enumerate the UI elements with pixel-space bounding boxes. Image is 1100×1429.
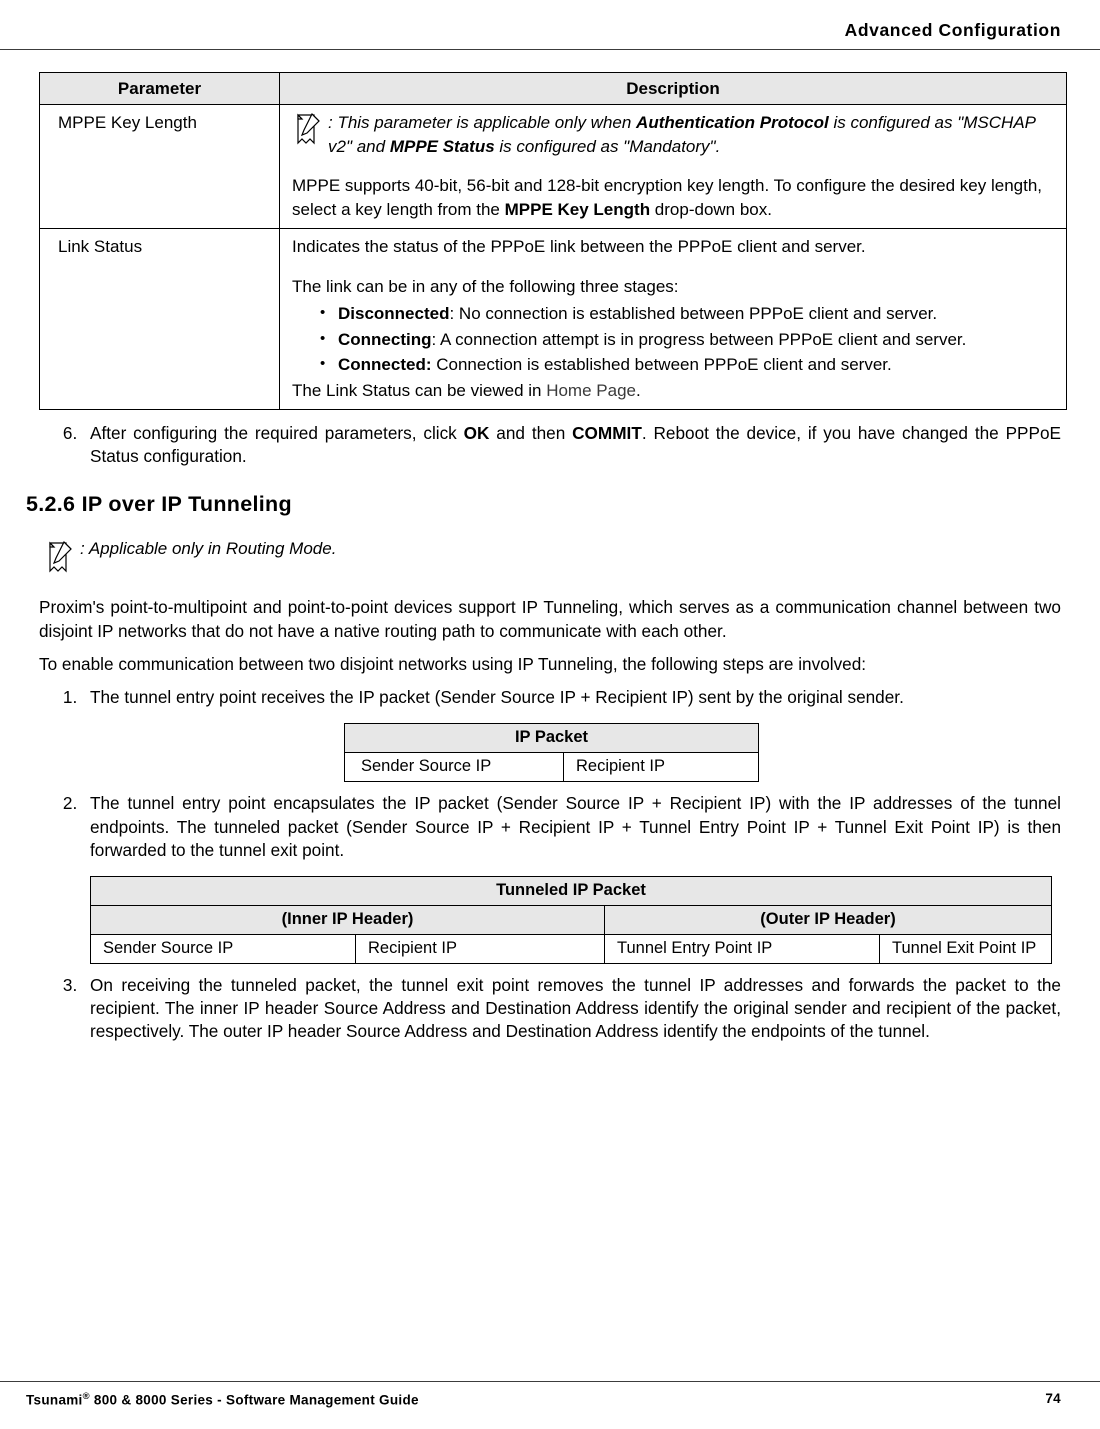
- cell-desc-mppe: : This parameter is applicable only when…: [280, 105, 1067, 229]
- col-description: Description: [280, 73, 1067, 105]
- footer-rule: [0, 1381, 1100, 1382]
- ip-packet-table: IP Packet Sender Source IP Recipient IP: [344, 723, 759, 782]
- tunnel-step-2: The tunnel entry point encapsulates the …: [82, 792, 1061, 862]
- cell-inner-recipient: Recipient IP: [356, 934, 605, 963]
- link-stages-intro: The link can be in any of the following …: [292, 275, 1052, 298]
- ip-packet-header: IP Packet: [345, 724, 759, 753]
- inner-ip-header: (Inner IP Header): [91, 905, 605, 934]
- cell-param-mppe: MPPE Key Length: [40, 105, 280, 229]
- col-parameter: Parameter: [40, 73, 280, 105]
- tunneled-packet-header: Tunneled IP Packet: [91, 876, 1052, 905]
- tunneled-ip-packet-table: Tunneled IP Packet (Inner IP Header) (Ou…: [90, 876, 1052, 964]
- parameter-table: Parameter Description MPPE Key Length : …: [39, 72, 1067, 410]
- footer-page-number: 74: [1045, 1391, 1061, 1408]
- page-footer: Tsunami® 800 & 8000 Series - Software Ma…: [0, 1391, 1100, 1408]
- home-page-link[interactable]: Home Page: [546, 381, 636, 400]
- mode-note: : Applicable only in Routing Mode.: [0, 517, 1100, 574]
- tunnel-step-3: On receiving the tunneled packet, the tu…: [82, 974, 1061, 1044]
- cell-inner-sender: Sender Source IP: [91, 934, 356, 963]
- cell-recipient-ip: Recipient IP: [564, 753, 759, 782]
- link-stages-list: Disconnected: No connection is establish…: [292, 302, 1052, 376]
- mode-note-text: : Applicable only in Routing Mode.: [80, 539, 336, 559]
- cell-desc-link: Indicates the status of the PPPoE link b…: [280, 229, 1067, 410]
- step-6-list: After configuring the required parameter…: [0, 422, 1100, 468]
- row-mppe-key-length: MPPE Key Length : This parameter is appl…: [40, 105, 1067, 229]
- note-icon: [44, 540, 74, 574]
- outer-ip-header: (Outer IP Header): [605, 905, 1052, 934]
- cell-outer-exit: Tunnel Exit Point IP: [880, 934, 1052, 963]
- cell-param-link: Link Status: [40, 229, 280, 410]
- note-text-mppe: : This parameter is applicable only when…: [328, 111, 1052, 158]
- page-header-title: Advanced Configuration: [0, 20, 1100, 49]
- tunneled-packet-row: Sender Source IP Recipient IP Tunnel Ent…: [91, 934, 1052, 963]
- tunnel-steps-list-3: On receiving the tunneled packet, the tu…: [0, 974, 1100, 1044]
- stage-disconnected: Disconnected: No connection is establish…: [320, 302, 1052, 325]
- cell-outer-entry: Tunnel Entry Point IP: [605, 934, 880, 963]
- tunnel-step-1: The tunnel entry point receives the IP p…: [82, 686, 1061, 709]
- step-6: After configuring the required parameter…: [82, 422, 1061, 468]
- row-link-status: Link Status Indicates the status of the …: [40, 229, 1067, 410]
- intro-para-2: To enable communication between two disj…: [0, 643, 1100, 676]
- mppe-body: MPPE supports 40-bit, 56-bit and 128-bit…: [292, 174, 1052, 221]
- stage-connected: Connected: Connection is established bet…: [320, 353, 1052, 376]
- footer-left: Tsunami® 800 & 8000 Series - Software Ma…: [26, 1391, 419, 1408]
- link-outro: The Link Status can be viewed in Home Pa…: [292, 379, 1052, 402]
- section-heading-ip-tunneling: 5.2.6 IP over IP Tunneling: [0, 468, 1100, 517]
- stage-connecting: Connecting: A connection attempt is in p…: [320, 328, 1052, 351]
- cell-sender-source-ip: Sender Source IP: [345, 753, 564, 782]
- tunnel-steps-list-2: The tunnel entry point encapsulates the …: [0, 792, 1100, 862]
- tunnel-steps-list: The tunnel entry point receives the IP p…: [0, 686, 1100, 709]
- link-intro: Indicates the status of the PPPoE link b…: [292, 235, 1052, 258]
- ip-packet-row: Sender Source IP Recipient IP: [345, 753, 759, 782]
- intro-para-1: Proxim's point-to-multipoint and point-t…: [0, 574, 1100, 642]
- header-rule: [0, 49, 1100, 50]
- note-icon: [292, 112, 322, 146]
